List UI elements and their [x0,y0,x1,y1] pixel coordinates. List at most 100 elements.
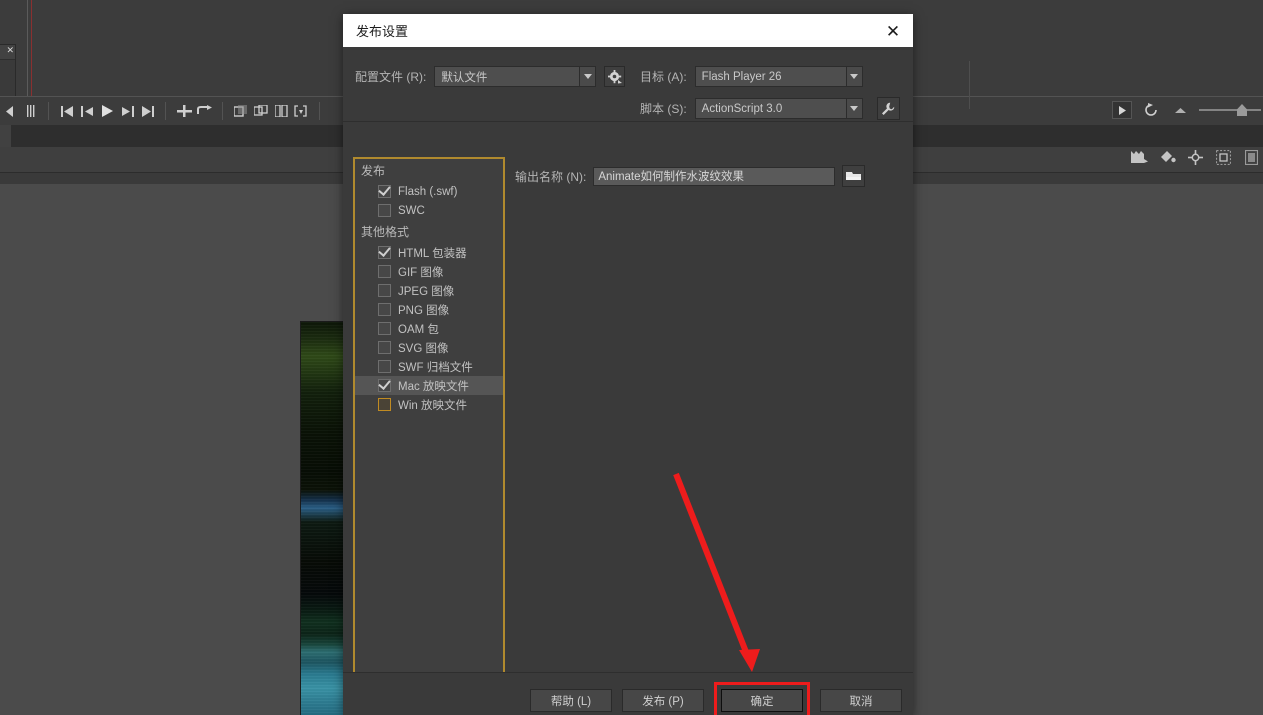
onion-skin-outlines-icon[interactable] [251,101,271,121]
gear-icon[interactable] [604,66,626,87]
divider [48,102,49,120]
checkbox[interactable] [378,360,391,373]
chevron-down-icon[interactable] [845,67,862,86]
group-header: 发布 [361,164,386,178]
format-item-label: PNG 图像 [398,304,450,317]
selection-icon[interactable] [1214,148,1232,166]
chevron-up-icon[interactable] [1170,100,1190,120]
layer-strip-handle[interactable] [0,125,11,147]
format-item-label: Flash (.swf) [398,185,458,198]
target-row: 目标 (A): Flash Player 26 [640,66,863,87]
app-root: ✕ 发布设置 ✕ 配置文件 (R): 默认文件 目标 (A): Flash Pl… [0,0,1263,715]
chevron-down-icon[interactable] [579,67,596,86]
cancel-button[interactable]: 取消 [820,689,902,712]
slider-thumb[interactable] [1237,104,1247,116]
checkbox[interactable] [378,341,391,354]
ok-button-highlight: 确定 [714,682,810,715]
prev-frame-icon[interactable] [77,101,97,121]
close-icon[interactable]: ✕ [6,46,14,55]
camera-icon[interactable] [1130,148,1148,166]
center-frame-icon[interactable] [174,101,194,121]
publish-button[interactable]: 发布 (P) [622,689,704,712]
collapse-arrow-icon[interactable] [0,101,20,121]
chevron-down-icon[interactable] [845,99,862,118]
script-value: ActionScript 3.0 [701,102,783,115]
format-item-jpeg[interactable]: JPEG 图像 [355,281,503,300]
checkbox[interactable] [378,303,391,316]
timeline-grip-icon[interactable] [20,101,40,121]
panel-icon[interactable] [1242,148,1260,166]
format-list[interactable]: 发布 Flash (.swf) SWC 其他格式 HTML 包装器 GIF 图像… [353,157,505,712]
timeline-zoom-slider[interactable] [1199,102,1261,118]
next-frame-icon[interactable] [117,101,137,121]
loop-playback-icon[interactable] [194,101,214,121]
profile-row: 配置文件 (R): 默认文件 [355,66,626,87]
checkbox[interactable] [378,284,391,297]
profile-label: 配置文件 (R): [355,70,427,84]
checkbox[interactable] [378,185,391,198]
last-frame-icon[interactable] [137,101,157,121]
format-item-png[interactable]: PNG 图像 [355,300,503,319]
checkbox[interactable] [378,322,391,335]
checkbox[interactable] [378,246,391,259]
checkbox[interactable] [378,398,391,411]
checkbox[interactable] [378,379,391,392]
dialog-button-row: 帮助 (L) 发布 (P) 确定 取消 [530,682,902,715]
modify-markers-icon[interactable] [291,101,311,121]
format-item-gif[interactable]: GIF 图像 [355,262,503,281]
dialog-top-settings: 配置文件 (R): 默认文件 目标 (A): Flash Player 26 脚… [343,47,970,122]
divider [969,61,970,109]
script-select[interactable]: ActionScript 3.0 [694,98,863,119]
timeline-right-controls [1112,96,1261,124]
format-item-html-wrapper[interactable]: HTML 包装器 [355,243,503,262]
target-select[interactable]: Flash Player 26 [694,66,863,87]
dialog-footer: 帮助 (L) 发布 (P) 确定 取消 [343,672,913,715]
format-item-label: SVG 图像 [398,342,449,355]
format-item-label: Win 放映文件 [398,399,467,412]
play-icon[interactable] [97,101,117,121]
checkbox[interactable] [378,204,391,217]
format-item-win-projector[interactable]: Win 放映文件 [355,395,503,414]
format-item-label: Mac 放映文件 [398,380,469,393]
edit-multiple-frames-icon[interactable] [271,101,291,121]
format-item-label: GIF 图像 [398,266,444,279]
format-item-swc[interactable]: SWC [355,201,503,220]
format-group: 发布 Flash (.swf) SWC [355,159,503,220]
close-icon[interactable]: ✕ [883,21,903,41]
divider [165,102,166,120]
format-item-mac-projector[interactable]: Mac 放映文件 [355,376,503,395]
format-item-swf-archive[interactable]: SWF 归档文件 [355,357,503,376]
folder-icon[interactable] [842,165,866,187]
slider-track [1199,109,1261,111]
dialog-body: 配置文件 (R): 默认文件 目标 (A): Flash Player 26 脚… [343,47,970,715]
play-small-icon[interactable] [1112,101,1132,119]
profile-select[interactable]: 默认文件 [434,66,597,87]
stage-tool-icons [1130,148,1260,166]
format-item-label: JPEG 图像 [398,285,455,298]
format-item-flash-swf[interactable]: Flash (.swf) [355,182,503,201]
checkbox[interactable] [378,265,391,278]
output-name-input[interactable]: Animate如何制作水波纹效果 [593,166,836,186]
reset-loop-icon[interactable] [1141,100,1161,120]
paint-bucket-icon[interactable] [1158,148,1176,166]
format-item-oam[interactable]: OAM 包 [355,319,503,338]
timeline-playhead [31,0,32,105]
stage-image [300,321,344,715]
target-label: 目标 (A): [640,70,687,84]
output-name-value: Animate如何制作水波纹效果 [598,171,745,183]
onion-skin-icon[interactable] [231,101,251,121]
floating-panel-titlebar[interactable]: ✕ [0,45,15,60]
transform-icon[interactable] [1186,148,1204,166]
format-item-svg[interactable]: SVG 图像 [355,338,503,357]
profile-value: 默认文件 [441,71,488,84]
format-item-label: OAM 包 [398,323,439,336]
ok-button[interactable]: 确定 [721,689,803,712]
publish-settings-dialog: 发布设置 ✕ 配置文件 (R): 默认文件 目标 (A): Flash Play… [343,14,970,715]
timeline-guide-line [27,0,28,102]
help-button[interactable]: 帮助 (L) [530,689,612,712]
target-value: Flash Player 26 [701,70,782,83]
format-item-label: HTML 包装器 [398,247,467,260]
wrench-icon[interactable] [876,97,900,120]
first-frame-icon[interactable] [57,101,77,121]
format-item-label: SWF 归档文件 [398,361,473,374]
